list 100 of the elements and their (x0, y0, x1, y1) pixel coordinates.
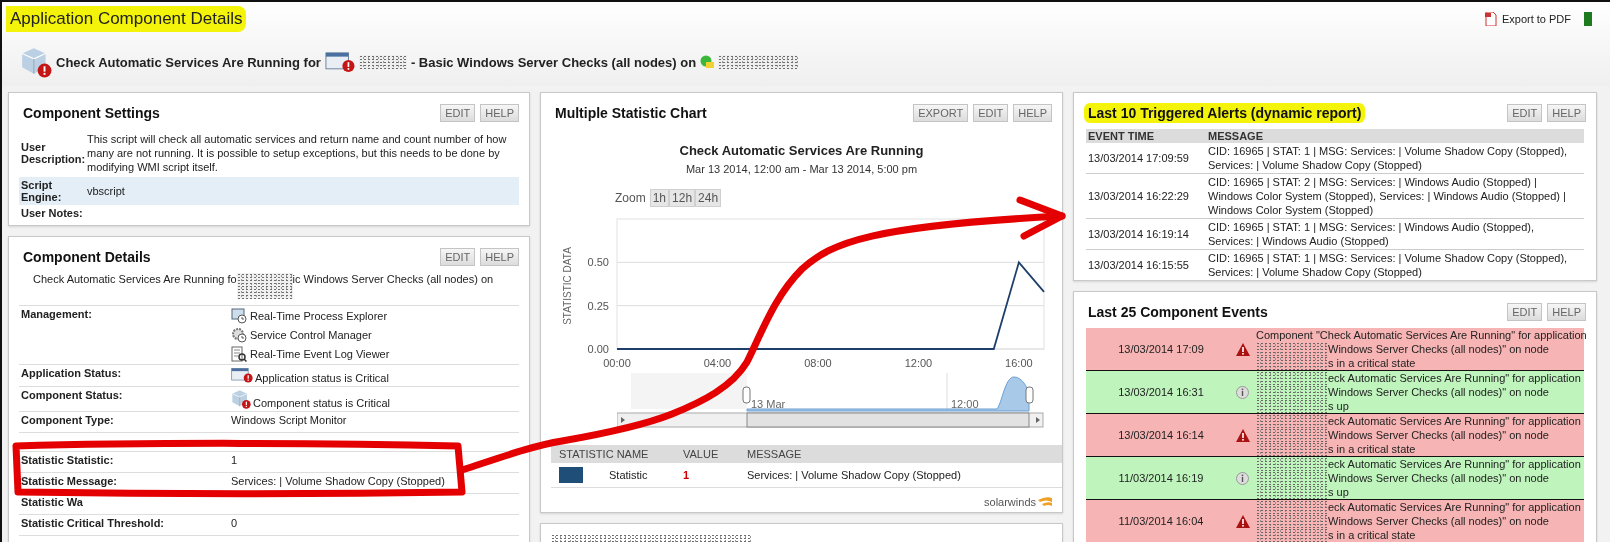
zoom-button[interactable]: 24h (695, 189, 722, 207)
export-pdf-link[interactable]: Export to PDF (1484, 12, 1592, 26)
axis-label: 0.50 (587, 256, 609, 269)
panel-button[interactable]: EDIT (1507, 303, 1543, 321)
monitor-clock-icon (231, 308, 247, 324)
event-message: Windows Server Checks (all nodes)" on node (1328, 514, 1549, 528)
event-message: Windows Server Checks (all nodes)" on node (1328, 471, 1549, 485)
field-value: Services: | Volume Shadow Copy (Stopped) (231, 474, 445, 487)
management-link[interactable]: Real-Time Event Log Viewer (231, 346, 519, 362)
event-message: Component "Check Automatic Services Are Running" for application (1256, 328, 1587, 342)
zoom-button[interactable]: 1h (649, 189, 670, 207)
event-message: eck Automatic Services Are Running" for application (1328, 457, 1581, 471)
field-label: Statistic Wa (20, 495, 84, 510)
axis-label: 12:00 (904, 357, 933, 369)
warning-icon (1236, 428, 1250, 442)
event-message: Windows Server Checks (all nodes)" on node (1328, 428, 1549, 442)
panel-button[interactable]: EDIT (973, 104, 1009, 122)
chart-title: Check Automatic Services Are Running (678, 143, 925, 158)
field-value: 0 (231, 516, 238, 529)
event-message: eck Automatic Services Are Running" for application (1328, 371, 1581, 385)
column-header: STATISTIC NAME (559, 448, 650, 460)
field-label: User Notes: (21, 207, 83, 219)
column-header: VALUE (683, 448, 720, 460)
event-time: 13/03/2014 17:09 (1117, 343, 1205, 355)
table-cell-text: CID: 16965 | STAT: 2 | MSG: Services: | Windows Audio (Stopped) | Windows Color System (Stopped), Services: | Windows Audio (Stopped) | Windows Color System (Stopped) (1208, 175, 1567, 217)
summary-text: Check Automatic Services Are Running fo (33, 273, 237, 285)
cube-warning-icon (231, 388, 251, 409)
panel-button[interactable]: EXPORT (913, 104, 969, 122)
table-cell-text: 13/03/2014 16:15:55 (1088, 258, 1190, 272)
panel-button[interactable]: EDIT (1507, 104, 1543, 122)
table-cell-text: 13/03/2014 16:19:14 (1088, 227, 1190, 241)
zoom-button[interactable]: 12h (669, 189, 696, 207)
redacted-block (236, 273, 293, 299)
event-message: eck Automatic Services Are Running" for application (1328, 414, 1581, 428)
event-time: 13/03/2014 16:14 (1117, 429, 1205, 441)
status-text: Component status is Critical (253, 396, 390, 409)
redacted-block (1256, 514, 1328, 528)
field-label: Statistic Critical Threshold: (20, 516, 166, 531)
event-time: 13/03/2014 16:31 (1117, 386, 1205, 398)
event-message: eck Automatic Services Are Running" for application (1328, 500, 1581, 514)
table-cell-text: CID: 16965 | STAT: 1 | MSG: Services: | Windows Audio (Stopped), Services: | Windows Audio (Stopped) (1208, 220, 1536, 248)
panel-button[interactable]: HELP (1547, 303, 1586, 321)
page-title: Application Component Details (6, 6, 247, 32)
navigator-label: 13 Mar (751, 398, 786, 410)
panel-button[interactable]: EDIT (440, 104, 476, 122)
panel-button[interactable]: HELP (480, 104, 519, 122)
field-value: Windows Script Monitor (231, 413, 347, 426)
warning-icon (1236, 342, 1250, 356)
event-message: s in a critical state (1328, 442, 1416, 456)
brand-logo-text: solarwinds (984, 496, 1036, 508)
spreadsheet-icon (1584, 12, 1592, 26)
field-label: Application Status: (20, 367, 123, 381)
panel-button[interactable]: EDIT (440, 248, 476, 266)
window-warning-icon (324, 50, 355, 74)
info-icon (1236, 471, 1249, 485)
event-message: s up (1328, 485, 1349, 499)
axis-label: 16:00 (1005, 357, 1033, 369)
brand-mark-icon (1038, 496, 1052, 508)
field-value: This script will check all automatic services and return name and count number of how many are not running. It is possible to setup exceptions, but this needs to be done by modifying WMI script itself. (87, 132, 508, 174)
zoom-label: Zoom (615, 191, 646, 205)
table-cell-text: CID: 16965 | STAT: 1 | MSG: Services: | Volume Shadow Copy (Stopped), Services: | Volume Shadow Copy (Stopped) (1208, 144, 1569, 172)
column-header: MESSAGE (747, 448, 803, 460)
table-cell-text: Statistic (609, 469, 649, 481)
management-link[interactable]: Service Control Manager (231, 327, 519, 343)
gear-icon (231, 327, 247, 343)
axis-label: 04:00 (703, 357, 732, 369)
axis-label: 08:00 (804, 357, 832, 369)
event-time: 11/03/2014 16:04 (1117, 515, 1205, 527)
field-label: Management: (20, 308, 93, 322)
redacted-block (1256, 385, 1328, 399)
column-header: MESSAGE (1208, 130, 1264, 142)
navigator-label: 12:00 (951, 398, 979, 410)
event-message: Windows Server Checks (all nodes)" on node (1328, 385, 1549, 399)
column-header: EVENT TIME (1088, 130, 1155, 142)
management-link[interactable]: Real-Time Process Explorer (231, 308, 519, 324)
field-label: User Description: (21, 141, 87, 165)
panel-title: Multiple Statistic Chart (554, 104, 708, 123)
info-icon (1236, 385, 1249, 399)
heading-text: - Basic Windows Server Checks (all nodes) on (410, 54, 697, 70)
event-time: 11/03/2014 16:19 (1117, 472, 1205, 484)
field-label: Component Status: (20, 388, 124, 403)
event-message: Windows Server Checks (all nodes)" on node (1328, 342, 1549, 356)
event-message: s in a critical state (1328, 356, 1416, 370)
field-value: vbscript (87, 184, 125, 198)
field-label: Script Engine: (21, 179, 63, 203)
table-cell-text: 13/03/2014 17:09:59 (1088, 151, 1190, 165)
table-cell-text: CID: 16965 | STAT: 1 | MSG: Services: | Volume Shadow Copy (Stopped), Services: | Volume Shadow Copy (Stopped) (1208, 251, 1569, 279)
axis-label: 0.25 (587, 299, 609, 312)
cube-warning-icon (20, 46, 52, 78)
redacted-block (358, 55, 407, 69)
node-status-icon (700, 55, 715, 69)
summary-text: ic Windows Server Checks (all nodes) on (292, 273, 494, 285)
panel-button[interactable]: HELP (480, 248, 519, 266)
redacted-block (1256, 428, 1328, 442)
log-search-icon (231, 346, 247, 362)
table-cell-text: Services: | Volume Shadow Copy (Stopped) (747, 469, 962, 481)
panel-button[interactable]: HELP (1013, 104, 1052, 122)
panel-button[interactable]: HELP (1547, 104, 1586, 122)
event-message: s in a critical state (1328, 528, 1416, 542)
window-warning-icon (231, 367, 253, 384)
